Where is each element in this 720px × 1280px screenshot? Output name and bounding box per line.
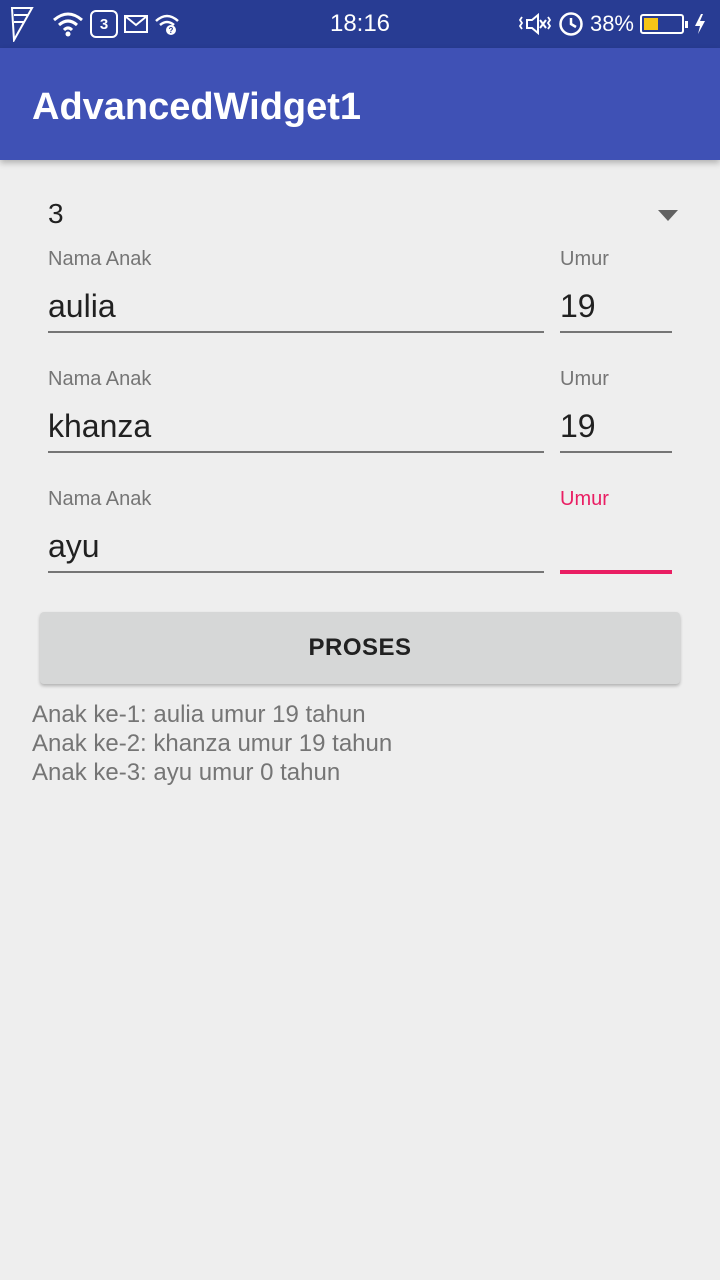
battery-icon bbox=[640, 14, 688, 34]
child-age-value: 19 bbox=[560, 408, 596, 444]
child-age-field[interactable]: Umur 19 bbox=[560, 248, 672, 348]
proses-button[interactable]: PROSES bbox=[40, 612, 680, 684]
child-age-field-focused[interactable]: Umur bbox=[560, 488, 672, 588]
status-bar: 3 ? 18:16 38% bbox=[0, 0, 720, 48]
child-name-label: Nama Anak bbox=[48, 488, 152, 510]
child-row-1: Nama Anak aulia Umur 19 bbox=[48, 248, 672, 348]
child-age-label: Umur bbox=[560, 248, 609, 270]
field-underline bbox=[48, 451, 544, 453]
battery-percent: 38% bbox=[589, 11, 634, 36]
count-spinner[interactable]: 3 bbox=[48, 198, 680, 238]
child-name-field[interactable]: Nama Anak ayu bbox=[48, 488, 544, 588]
result-text: Anak ke-1: aulia umur 19 tahun Anak ke-2… bbox=[32, 700, 392, 787]
charging-icon bbox=[695, 14, 705, 34]
field-underline bbox=[48, 331, 544, 333]
child-age-value: 19 bbox=[560, 288, 596, 324]
child-age-label: Umur bbox=[560, 488, 609, 510]
app-bar: AdvancedWidget1 bbox=[0, 48, 720, 160]
app-title: AdvancedWidget1 bbox=[32, 86, 362, 128]
field-underline-focused bbox=[560, 570, 672, 574]
child-name-field[interactable]: Nama Anak aulia bbox=[48, 248, 544, 348]
field-underline bbox=[560, 331, 672, 333]
child-age-field[interactable]: Umur 19 bbox=[560, 368, 672, 468]
child-name-label: Nama Anak bbox=[48, 248, 152, 270]
spinner-selected-value: 3 bbox=[48, 198, 64, 229]
result-line: Anak ke-1: aulia umur 19 tahun bbox=[32, 701, 366, 728]
child-name-field[interactable]: Nama Anak khanza bbox=[48, 368, 544, 468]
child-age-label: Umur bbox=[560, 368, 609, 390]
child-row-3: Nama Anak ayu Umur bbox=[48, 488, 672, 588]
alarm-icon bbox=[559, 12, 583, 36]
status-time: 18:16 bbox=[329, 10, 391, 37]
battery-level-fill bbox=[644, 18, 658, 30]
field-underline bbox=[48, 571, 544, 573]
dropdown-arrow-icon[interactable] bbox=[658, 210, 678, 221]
vibrate-icon bbox=[518, 12, 552, 36]
child-name-label: Nama Anak bbox=[48, 368, 152, 390]
result-line: Anak ke-3: ayu umur 0 tahun bbox=[32, 759, 341, 786]
child-row-2: Nama Anak khanza Umur 19 bbox=[48, 368, 672, 468]
child-name-value: ayu bbox=[48, 528, 100, 564]
child-name-value: khanza bbox=[48, 408, 152, 444]
result-line: Anak ke-2: khanza umur 19 tahun bbox=[32, 730, 393, 757]
field-underline bbox=[560, 451, 672, 453]
child-name-value: aulia bbox=[48, 288, 116, 324]
